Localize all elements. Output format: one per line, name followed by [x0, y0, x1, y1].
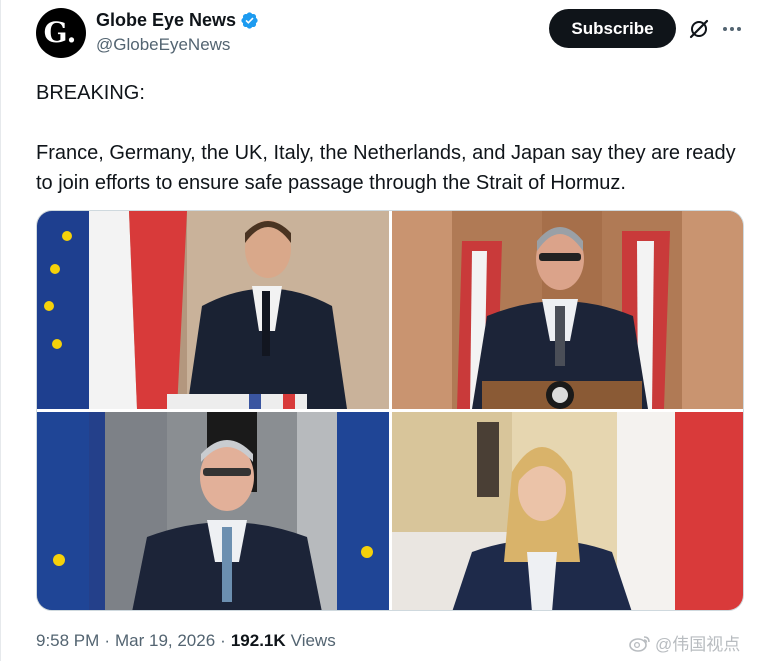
more-dot: [723, 27, 727, 31]
grok-slash-icon[interactable]: [687, 17, 711, 41]
tweet-time[interactable]: 9:58 PM: [36, 631, 99, 651]
media-grid: [36, 210, 744, 611]
more-dot: [737, 27, 741, 31]
photo-macron[interactable]: [37, 211, 389, 409]
tweet-meta: 9:58 PM · Mar 19, 2026 · 192.1K Views: [36, 631, 336, 651]
views-count: 192.1K: [230, 631, 286, 650]
subscribe-button[interactable]: Subscribe: [549, 9, 676, 48]
meta-separator: ·: [104, 631, 110, 650]
meta-separator: ·: [220, 631, 226, 650]
avatar[interactable]: G.: [36, 8, 86, 58]
tweet-line-breaking: BREAKING:: [36, 82, 145, 104]
photo-meloni[interactable]: [392, 412, 743, 610]
avatar-logo: G.: [43, 16, 77, 49]
tweet-line-body: France, Germany, the UK, Italy, the Neth…: [36, 142, 736, 194]
tweet-card: G. Globe Eye News @GlobeEyeNews Subscrib…: [0, 0, 763, 661]
watermark-text: @伟国视点: [655, 635, 741, 654]
more-dot: [730, 27, 734, 31]
views-label: Views: [290, 631, 336, 650]
verified-badge-icon: [241, 12, 258, 29]
more-dots-icon[interactable]: [720, 17, 744, 41]
photo-starmer[interactable]: [392, 211, 743, 409]
author-display-name[interactable]: Globe Eye News: [96, 10, 236, 31]
weibo-icon: [629, 635, 650, 652]
photo-merz[interactable]: [37, 412, 389, 610]
tweet-date[interactable]: Mar 19, 2026: [115, 631, 215, 651]
author-handle[interactable]: @GlobeEyeNews: [96, 35, 259, 55]
author-block: Globe Eye News @GlobeEyeNews: [96, 10, 259, 55]
tweet-text: BREAKING: France, Germany, the UK, Italy…: [36, 78, 751, 198]
watermark: @伟国视点: [629, 630, 740, 655]
author-name-row: Globe Eye News: [96, 10, 259, 31]
